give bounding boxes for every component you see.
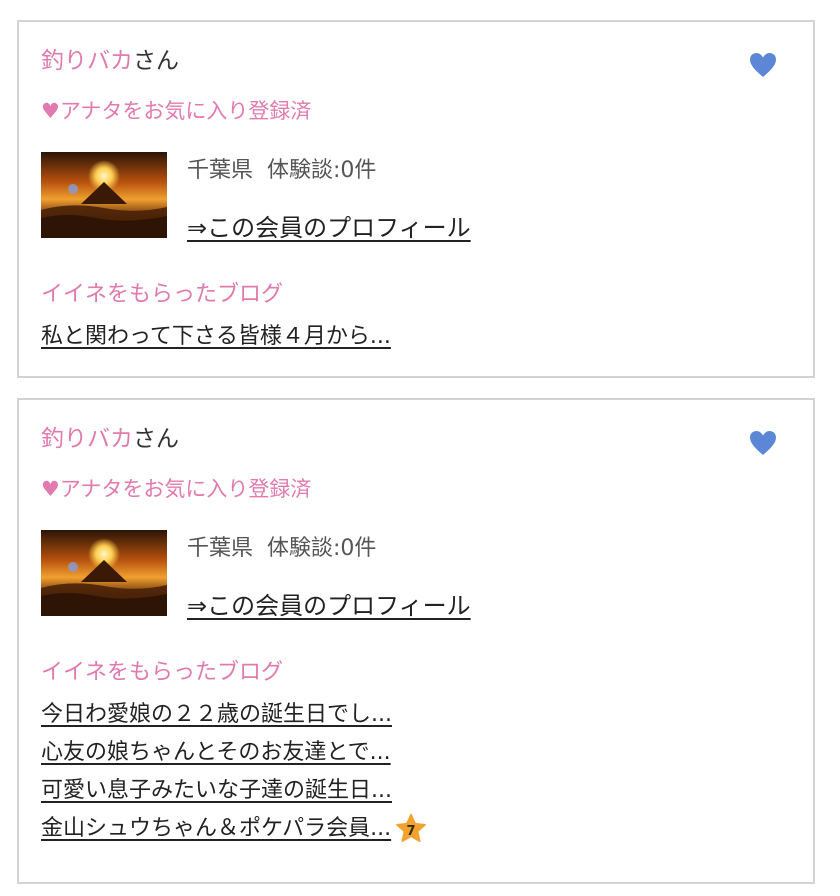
- member-nickname[interactable]: 釣りバカ: [41, 426, 133, 452]
- name-suffix: さん: [133, 426, 179, 452]
- member-prefecture: 千葉県: [187, 536, 254, 561]
- favorite-heart-icon[interactable]: [749, 52, 777, 78]
- favorite-status: ♥アナタをお気に入り登録済: [41, 477, 312, 501]
- blog-link[interactable]: 心友の娘ちゃんとそのお友達とで...: [41, 740, 427, 778]
- member-experience-count: 体験談:0件: [267, 158, 377, 183]
- blog-link-text[interactable]: 金山シュウちゃん＆ポケパラ会員...: [41, 816, 391, 842]
- name-suffix: さん: [133, 48, 179, 74]
- liked-blogs-heading: イイネをもらったブログ: [41, 660, 284, 685]
- blog-link[interactable]: 今日わ愛娘の２２歳の誕生日でし...: [41, 702, 427, 740]
- profile-link[interactable]: ⇒この会員のプロフィール: [187, 592, 471, 620]
- member-nickname[interactable]: 釣りバカ: [41, 48, 133, 74]
- member-experience-count: 体験談:0件: [267, 536, 377, 561]
- liked-blogs-heading: イイネをもらったブログ: [41, 282, 284, 307]
- member-meta: 千葉県 体験談:0件: [187, 158, 376, 184]
- liked-blogs-list: 今日わ愛娘の２２歳の誕生日でし... 心友の娘ちゃんとそのお友達とで... 可愛…: [41, 702, 427, 854]
- favorite-status: ♥アナタをお気に入り登録済: [41, 99, 312, 123]
- star-badge-icon: 7: [395, 813, 427, 845]
- blog-link[interactable]: 可愛い息子みたいな子達の誕生日...: [41, 778, 427, 816]
- member-name[interactable]: 釣りバカさん: [41, 48, 179, 74]
- member-card: 釣りバカさん ♥アナタをお気に入り登録済 千葉県 体験談:0件 ⇒この会員のプロ…: [17, 20, 815, 378]
- member-name[interactable]: 釣りバカさん: [41, 426, 179, 452]
- profile-link[interactable]: ⇒この会員のプロフィール: [187, 214, 471, 242]
- favorite-heart-icon[interactable]: [749, 430, 777, 456]
- blog-link-with-badge[interactable]: 金山シュウちゃん＆ポケパラ会員... 7: [41, 813, 427, 854]
- member-avatar-image[interactable]: [41, 530, 167, 616]
- blog-link[interactable]: 私と関わって下さる皆様４月から...: [41, 324, 391, 362]
- member-prefecture: 千葉県: [187, 158, 254, 183]
- member-card: 釣りバカさん ♥アナタをお気に入り登録済 千葉県 体験談:0件 ⇒この会員のプロ…: [17, 398, 815, 884]
- member-avatar-image[interactable]: [41, 152, 167, 238]
- liked-blogs-list: 私と関わって下さる皆様４月から...: [41, 324, 391, 362]
- badge-number: 7: [407, 824, 416, 839]
- member-meta: 千葉県 体験談:0件: [187, 536, 376, 562]
